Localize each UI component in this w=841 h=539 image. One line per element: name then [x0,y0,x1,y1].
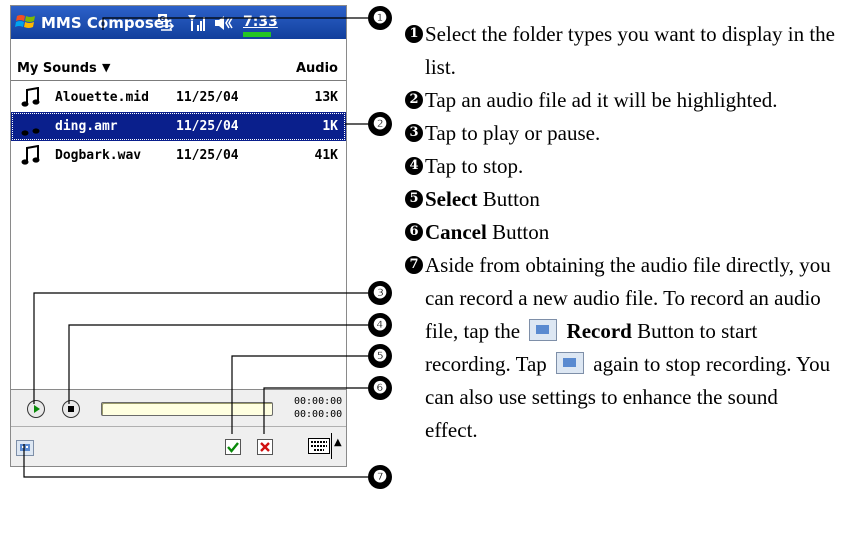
step-number: 6 [405,223,423,241]
step-number: 3 [405,124,423,142]
instruction-bold: Cancel [425,220,487,244]
callout-4-badge: ❹ [368,313,392,337]
instruction-text: Tap to play or pause. [425,121,601,145]
callout-2-badge: ❷ [368,112,392,136]
instruction-7: 7 Aside from obtaining the audio file di… [405,249,835,447]
callout-7-badge: ❼ [368,465,392,489]
instructions: 1 Select the folder types you want to di… [405,18,835,447]
callout-5-badge: ❺ [368,344,392,368]
step-number: 4 [405,157,423,175]
callout-6-badge: ❻ [368,376,392,400]
instruction-4: 4 Tap to stop. [405,150,835,183]
instruction-1: 1 Select the folder types you want to di… [405,18,835,84]
step-number: 1 [405,25,423,43]
instruction-3: 3 Tap to play or pause. [405,117,835,150]
instruction-text: Tap an audio file ad it will be highligh… [425,88,778,112]
callout-3-badge: ❸ [368,281,392,305]
instruction-6: 6 Cancel Button [405,216,835,249]
instruction-text: Select the folder types you want to disp… [425,22,835,79]
instruction-text: Tap to stop. [425,154,524,178]
record-icon [529,319,558,341]
instruction-text: Button [477,187,540,211]
instruction-2: 2 Tap an audio file ad it will be highli… [405,84,835,117]
step-number: 2 [405,91,423,109]
instruction-bold: Select [425,187,478,211]
instruction-bold: Record [566,319,632,343]
record-icon [556,352,585,374]
callout-1-badge: ❶ [368,6,392,30]
instruction-text: Button [486,220,550,244]
step-number: 7 [405,256,423,274]
instruction-5: 5 Select Button [405,183,835,216]
step-number: 5 [405,190,423,208]
